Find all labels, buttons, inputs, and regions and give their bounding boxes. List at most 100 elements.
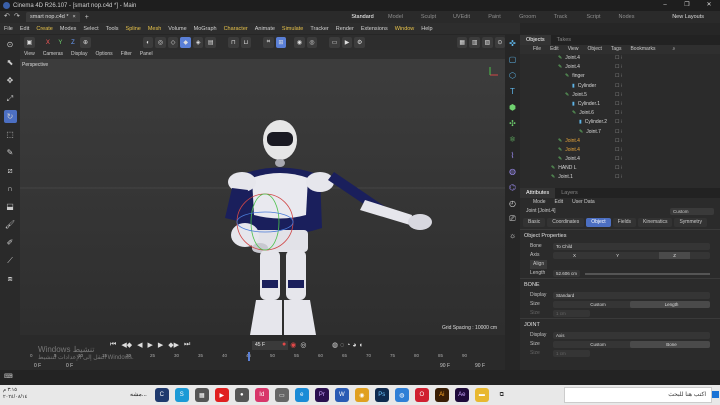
menu-mesh[interactable]: Mesh (148, 26, 161, 32)
menu-create[interactable]: Create (36, 26, 53, 32)
visibility-toggle-icon[interactable]: ☐ ⁝ (615, 109, 622, 118)
close-tab-icon[interactable]: × (73, 12, 76, 22)
primitive-icon[interactable]: ⬡ (507, 69, 519, 81)
polygon-pen-icon[interactable]: ✎ (4, 146, 17, 159)
layout-paint[interactable]: Paint (478, 12, 511, 22)
align-button[interactable]: Align (530, 260, 548, 269)
close-window-button[interactable]: ✕ (698, 0, 720, 11)
layout-track[interactable]: Track (544, 12, 577, 22)
youtube-icon[interactable]: ▶ (214, 388, 229, 402)
live-selection-icon[interactable]: ⊙ (4, 38, 17, 51)
tab-layers[interactable]: Layers (555, 188, 584, 198)
subtab-basic[interactable]: Basic (523, 218, 546, 227)
visibility-toggle-icon[interactable]: ☐ ⁝ (615, 128, 622, 137)
layout-nodes[interactable]: Nodes (610, 12, 643, 22)
object-tree-item[interactable]: ✎ Joint.5 (565, 91, 587, 100)
light-icon[interactable]: ☼ (507, 229, 519, 241)
coordinate-system-icon[interactable]: ⊕ (80, 37, 91, 48)
select-icon[interactable]: ⬉ (4, 56, 17, 69)
menu-spline[interactable]: Spline (126, 26, 141, 32)
environment-icon[interactable]: ◴ (507, 197, 519, 209)
render-view-icon[interactable]: ▶ (341, 37, 353, 48)
start-frame-field[interactable]: 0 F (34, 363, 41, 369)
menu-help[interactable]: Help (421, 26, 432, 32)
windows-start-icon[interactable] (712, 391, 719, 398)
object-tree-row[interactable]: ✎ Joint.1 ☐ ⁝ (520, 173, 720, 182)
object-tree-item[interactable]: ▮ Cylinder (572, 82, 596, 91)
document-tab[interactable]: smart nop.c4d * × (26, 12, 80, 22)
visibility-toggle-icon[interactable]: ☐ ⁝ (615, 100, 622, 109)
texture-mode-icon[interactable]: ▤ (205, 37, 217, 48)
workplane-icon[interactable]: ⊞ (275, 37, 287, 48)
layout-standard[interactable]: Standard (346, 12, 379, 22)
object-tree-row[interactable]: ✎ Joint.4 ☐ ⁝ (520, 155, 720, 164)
object-tree-item[interactable]: ▮ Cylinder.2 (579, 118, 607, 127)
key-position-icon[interactable]: ◍ ◌ ◔ ◕ ◖ (332, 341, 363, 349)
weight-tool-icon[interactable]: ⧈ (4, 272, 17, 285)
playhead[interactable] (248, 352, 250, 361)
layout-groom[interactable]: Groom (511, 12, 544, 22)
generator-icon[interactable]: ⬢ (507, 101, 519, 113)
tab-objects[interactable]: Objects (520, 35, 551, 45)
rotate-icon[interactable]: ↻ (3, 110, 17, 123)
task-view-icon[interactable]: ⧉ (495, 388, 509, 402)
premiere-icon[interactable]: Pr (314, 388, 329, 402)
render-picture-viewer-icon[interactable]: ▦ (456, 37, 468, 48)
object-tree-row[interactable]: ✎ Joint.4 ☐ ⁝ (520, 54, 720, 63)
object-tree-item[interactable]: ✎ Joint.1 (551, 173, 573, 182)
object-tree-row[interactable]: ✎ Joint.4 ☐ ⁝ (520, 137, 720, 146)
enable-axis-icon[interactable]: ⊓ (228, 37, 239, 48)
field-icon[interactable]: ◍ (507, 165, 519, 177)
text-icon[interactable]: T (507, 85, 519, 97)
menu-file[interactable]: File (4, 26, 13, 32)
axis-selector[interactable]: X Y Z (553, 252, 710, 259)
length-field[interactable]: 52.606 cm (553, 270, 580, 277)
cinema4d-icon[interactable]: C (154, 388, 169, 402)
record-active-icon[interactable]: ● (282, 341, 286, 349)
paint-icon[interactable]: 🖌 (4, 218, 17, 231)
transform-icon[interactable]: ⬚ (4, 128, 17, 141)
bone-size-dim-field[interactable]: 1 cm (553, 310, 590, 317)
points-mode-icon[interactable]: ◎ (155, 37, 166, 48)
visibility-toggle-icon[interactable]: ☐ ⁝ (615, 72, 622, 81)
objects-menu-object[interactable]: Object (587, 45, 601, 54)
visibility-toggle-icon[interactable]: ☐ ⁝ (615, 118, 622, 127)
menu-extensions[interactable]: Extensions (361, 26, 388, 32)
edit-render-settings-icon[interactable]: ▧ (482, 37, 493, 48)
autokey-icon[interactable]: ◉ (290, 341, 296, 349)
joint-display-dropdown[interactable]: Axis (553, 332, 710, 339)
menu-simulate[interactable]: Simulate (282, 26, 303, 32)
visibility-toggle-icon[interactable]: ☐ ⁝ (615, 54, 622, 63)
render-settings-icon[interactable]: ⚙ (354, 37, 365, 48)
search-icon[interactable]: ⌕ (672, 45, 675, 54)
start-range-field[interactable]: 0 F (66, 363, 73, 369)
menu-tracker[interactable]: Tracker (310, 26, 328, 32)
joint-size-custom[interactable]: Custom (553, 341, 640, 348)
object-tree-row[interactable]: ✎ Joint.6 ☐ ⁝ (520, 109, 720, 118)
photoshop-icon[interactable]: Ps (374, 388, 389, 402)
visibility-toggle-icon[interactable]: ☐ ⁝ (615, 91, 622, 100)
illustrator-icon[interactable]: Ai (434, 388, 449, 402)
move-icon[interactable]: ✥ (4, 74, 17, 87)
chrome-icon[interactable]: ◉ (354, 388, 369, 402)
files-icon[interactable]: ▭ (274, 388, 289, 402)
solo-icon[interactable]: ◉ (294, 37, 305, 48)
new-layouts-button[interactable]: New Layouts (672, 12, 704, 22)
uv-mode-icon[interactable]: ◈ (192, 37, 204, 48)
viewport-solo-icon[interactable]: ◎ (306, 37, 318, 48)
maximize-button[interactable]: ❐ (676, 0, 698, 11)
word-icon[interactable]: W (334, 388, 349, 402)
robot-model[interactable] (20, 50, 505, 335)
object-tree-row[interactable]: ▮ Cylinder.2 ☐ ⁝ (520, 118, 720, 127)
opera-icon[interactable]: O (414, 388, 429, 402)
object-tree-item[interactable]: ✎ Joint.4 (558, 146, 580, 155)
attributes-menu-mode[interactable]: Mode (533, 198, 546, 207)
scale-icon[interactable]: ⤢ (4, 92, 17, 105)
menu-volume[interactable]: Volume (168, 26, 186, 32)
object-tree-row[interactable]: ✎ finger ☐ ⁝ (520, 72, 720, 81)
tab-attributes[interactable]: Attributes (520, 188, 556, 198)
deformer-icon[interactable]: ⚛ (507, 133, 519, 145)
browser-icon[interactable]: ◍ (394, 388, 409, 402)
attributes-menu-userdata[interactable]: User Data (572, 198, 595, 207)
taskbar-search-input[interactable]: اكتب هنا للبحث (564, 387, 712, 403)
